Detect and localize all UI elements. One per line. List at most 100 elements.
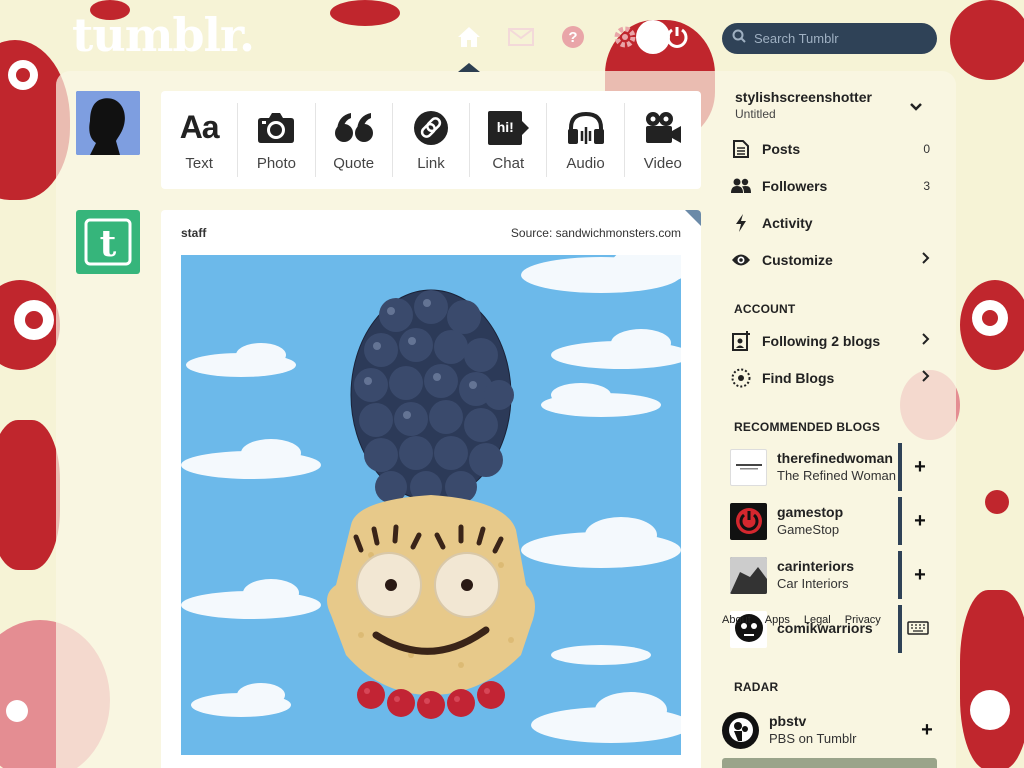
sidebar-item-find-blogs[interactable]: Find Blogs <box>730 363 930 393</box>
blog-avatar <box>722 711 759 749</box>
compose-audio-button[interactable]: Audio <box>547 103 625 177</box>
video-camera-icon <box>644 109 682 147</box>
recommended-blog-item[interactable]: therefinedwoman The Refined Woman + <box>730 443 930 491</box>
post-corner-fold[interactable] <box>685 210 701 226</box>
active-nav-caret <box>458 63 480 72</box>
staff-avatar[interactable]: t <box>76 210 140 274</box>
divider <box>898 497 902 545</box>
compass-icon <box>730 368 752 388</box>
compose-photo-button[interactable]: Photo <box>238 103 316 177</box>
add-person-icon <box>730 331 752 351</box>
post-source-link[interactable]: Source: sandwichmonsters.com <box>511 226 681 240</box>
radar-section-heading: RADAR <box>734 680 779 694</box>
post-composer: Aa Text Photo Quote Link hi! Chat Audio … <box>161 91 701 189</box>
blog-avatar <box>730 448 767 486</box>
blog-title: Car Interiors <box>777 575 849 591</box>
headphones-icon <box>567 109 605 147</box>
sidebar-item-label: Find Blogs <box>762 370 835 386</box>
search-input[interactable] <box>754 31 924 46</box>
eye-icon <box>730 253 752 267</box>
recommended-section-heading: RECOMMENDED BLOGS <box>734 420 881 434</box>
recommended-blog-item[interactable]: gamestop GameStop + <box>730 497 930 545</box>
text-icon: Aa <box>179 109 220 145</box>
post-card: staff Source: sandwichmonsters.com <box>161 210 701 768</box>
people-icon <box>730 178 752 194</box>
blog-avatar <box>730 556 767 594</box>
sidebar-item-label: Posts <box>762 141 801 157</box>
sidebar-item-label: Following 2 blogs <box>762 333 881 349</box>
quote-icon <box>334 109 374 147</box>
svg-text:t: t <box>100 223 117 265</box>
compose-audio-label: Audio <box>566 154 605 172</box>
gear-icon[interactable] <box>608 20 642 54</box>
document-icon <box>730 140 752 158</box>
radar-blog-item[interactable]: pbstv PBS on Tumblr + <box>722 706 937 754</box>
compose-video-button[interactable]: Video <box>625 103 701 177</box>
follow-plus-icon[interactable]: + <box>910 456 930 479</box>
account-name[interactable]: stylishscreenshotter <box>735 89 872 105</box>
post-photo[interactable] <box>181 255 681 755</box>
divider <box>898 443 902 491</box>
blog-title: The Refined Woman <box>777 467 896 483</box>
compose-photo-label: Photo <box>256 154 297 172</box>
follow-plus-icon[interactable]: + <box>910 510 930 533</box>
sidebar-item-label: Customize <box>762 252 833 268</box>
divider <box>898 551 902 599</box>
sidebar-item-following[interactable]: Following 2 blogs <box>730 326 930 356</box>
blog-name: carinteriors <box>777 558 855 575</box>
compose-text-button[interactable]: Aa Text <box>161 103 239 177</box>
blog-name: therefinedwoman <box>777 450 893 467</box>
top-nav: ? <box>452 20 694 72</box>
compose-link-label: Link <box>417 154 445 172</box>
compose-chat-label: Chat <box>492 154 525 172</box>
compose-quote-label: Quote <box>333 154 375 172</box>
blog-avatar <box>730 502 767 540</box>
footer-link-legal[interactable]: Legal <box>804 614 831 626</box>
follow-plus-icon[interactable]: + <box>910 564 930 587</box>
footer-link-privacy[interactable]: Privacy <box>845 614 881 626</box>
radar-post-thumbnail[interactable] <box>722 758 937 768</box>
account-subtitle: Untitled <box>735 107 776 121</box>
compose-quote-button[interactable]: Quote <box>316 103 393 177</box>
blog-name: pbstv <box>769 713 807 730</box>
chat-glyph-text: hi! <box>496 118 514 135</box>
sidebar-item-posts[interactable]: Posts 0 <box>730 134 930 164</box>
search-icon <box>732 29 746 48</box>
home-icon[interactable] <box>452 20 486 54</box>
compose-chat-button[interactable]: hi! Chat <box>470 103 548 177</box>
blog-title: PBS on Tumblr <box>769 730 857 746</box>
post-blog-name[interactable]: staff <box>181 226 206 240</box>
user-avatar[interactable] <box>76 91 140 155</box>
chat-icon: hi! <box>488 109 530 147</box>
followers-count: 3 <box>923 179 930 193</box>
chevron-right-icon <box>922 369 930 387</box>
posts-count: 0 <box>923 142 930 156</box>
footer-links: About Apps Legal Privacy <box>722 612 942 628</box>
mail-icon[interactable] <box>504 20 538 54</box>
power-icon[interactable] <box>660 20 694 54</box>
compose-link-button[interactable]: Link <box>393 103 471 177</box>
chevron-right-icon <box>922 251 930 269</box>
search-bar[interactable] <box>722 23 937 54</box>
follow-plus-icon[interactable]: + <box>917 719 937 742</box>
help-icon[interactable]: ? <box>556 20 590 54</box>
sidebar-item-customize[interactable]: Customize <box>730 245 930 275</box>
svg-text:?: ? <box>568 29 577 46</box>
blog-name: gamestop <box>777 504 844 521</box>
link-icon <box>413 109 449 147</box>
footer-link-apps[interactable]: Apps <box>765 614 790 626</box>
footer-link-about[interactable]: About <box>722 614 751 626</box>
compose-text-label: Text <box>185 154 213 172</box>
camera-icon <box>257 109 295 147</box>
lightning-icon <box>730 214 752 232</box>
chevron-down-icon[interactable] <box>910 99 922 117</box>
sidebar-item-followers[interactable]: Followers 3 <box>730 171 930 201</box>
sidebar-item-activity[interactable]: Activity <box>730 208 930 238</box>
sidebar-item-label: Activity <box>762 215 813 231</box>
sidebar-item-label: Followers <box>762 178 828 194</box>
recommended-blog-item[interactable]: carinteriors Car Interiors + <box>730 551 930 599</box>
tumblr-logo[interactable]: tumblr. <box>72 8 255 62</box>
compose-video-label: Video <box>643 154 682 172</box>
account-section-heading: ACCOUNT <box>734 302 796 316</box>
blog-title: GameStop <box>777 521 840 537</box>
